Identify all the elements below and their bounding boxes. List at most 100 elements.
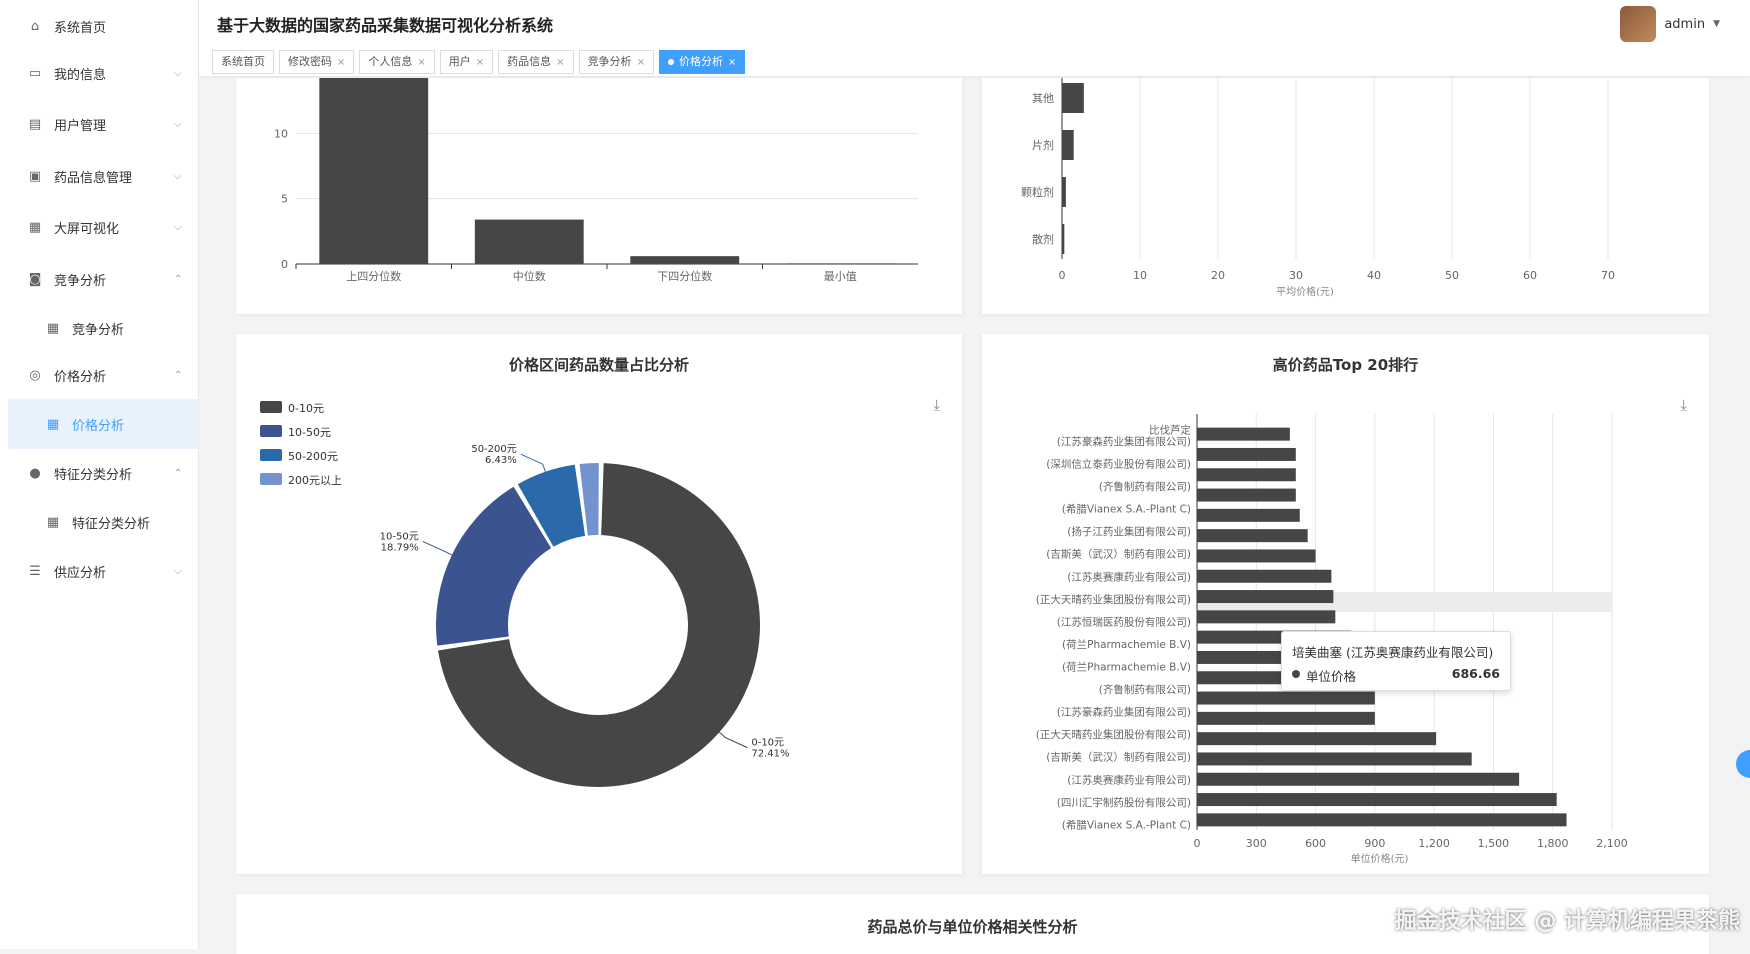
sidebar: ⌂ 系统首页 ▭ 我的信息 ⌵ ▤ 用户管理 ⌵ ▣ 药品信息管理 ⌵ ▦ 大屏可视化 ⌵ ◙ 竞争分析 ⌃ ▦ 竞… [0, 0, 199, 949]
sidebar-item[interactable]: ◎ 价格分析 ⌃ [8, 350, 198, 400]
tab-item[interactable]: 竞争分析 × [578, 50, 654, 74]
home-icon: ⌂ [30, 18, 40, 34]
tab-item[interactable]: 价格分析 × [658, 50, 746, 74]
x-tick-label: 下四分位数 [657, 269, 712, 283]
list-icon: ☰ [29, 563, 41, 579]
x-tick-label: 40 [1367, 269, 1381, 282]
sidebar-item[interactable]: ▦ 竞争分析 [8, 303, 198, 353]
dosage-price-card: 0 10 20 30 40 50 60 70 散剂 颗粒剂 片剂 其他 平均价格(元) [982, 78, 1709, 314]
sidebar-item[interactable]: ◙ 竞争分析 ⌃ [8, 254, 198, 304]
legend-swatch [260, 449, 282, 461]
tab-label: 系统首页 [221, 55, 265, 68]
y-tick-label: (齐鲁制药有限公司) [1099, 480, 1191, 493]
y-tick-label: 其他 [1032, 92, 1054, 105]
close-icon[interactable]: × [728, 57, 736, 68]
legend-label: 50-200元 [288, 450, 338, 463]
y-tick-label: 比伐芦定 [1149, 424, 1191, 437]
sidebar-item-label: 大屏可视化 [54, 221, 120, 237]
bar [1197, 711, 1375, 725]
close-icon[interactable]: × [417, 57, 425, 68]
y-tick-label: 散剂 [1032, 232, 1054, 246]
sidebar-item[interactable]: ⌂ 系统首页 [8, 1, 198, 51]
y-tick-label: (正大天晴药业集团股份有限公司) [1036, 593, 1191, 606]
legend-label: 0-10元 [288, 402, 324, 415]
grid-icon: ▦ [46, 320, 60, 336]
grid-icon: ▦ [46, 416, 60, 432]
user-name[interactable]: admin [1664, 17, 1705, 32]
tab-item[interactable]: 个人信息 × [359, 50, 435, 74]
slice-label: 0-10元 [751, 738, 784, 749]
avatar[interactable] [1620, 6, 1657, 42]
x-tick-label: 1,500 [1478, 837, 1510, 850]
tab-item[interactable]: 修改密码 × [279, 50, 355, 74]
bar [1197, 691, 1375, 705]
sidebar-item[interactable]: ▦ 价格分析 [8, 399, 198, 449]
sidebar-item[interactable]: ▣ 药品信息管理 ⌵ [8, 151, 198, 201]
top20-chart: 0 300 600 900 1,200 1,500 1,800 2,100 (希腊Vianex … [1036, 414, 1628, 865]
tooltip-value: 686.66 [1451, 666, 1500, 681]
close-icon[interactable]: × [476, 57, 484, 68]
chevron-down-icon: ⌵ [174, 221, 182, 233]
legend-label: 10-50元 [288, 426, 331, 439]
tab-label: 修改密码 [288, 55, 332, 68]
x-tick-label: 0 [1194, 837, 1201, 850]
sidebar-item-label: 供应分析 [54, 565, 107, 581]
bar [1197, 488, 1296, 502]
person-icon: ● [29, 465, 41, 481]
x-tick-label: 60 [1523, 269, 1537, 282]
y-tick-label: (正大天晴药业集团股份有限公司) [1036, 728, 1191, 741]
sidebar-item[interactable]: ☰ 供应分析 ⌵ [8, 546, 198, 596]
x-tick-label: 1,200 [1418, 837, 1450, 850]
tooltip-series: 单位价格 [1306, 669, 1357, 684]
sidebar-item-label: 我的信息 [54, 67, 107, 83]
bar [785, 263, 895, 264]
tooltip-row: 单位价格 686.66 [1292, 666, 1500, 685]
tab-item[interactable]: 系统首页 [212, 50, 274, 74]
sidebar-item-label: 特征分类分析 [72, 516, 151, 532]
x-tick-label: 1,800 [1537, 837, 1569, 850]
caret-down-icon[interactable]: ▼ [1713, 19, 1720, 29]
tab-item[interactable]: 用户 × [439, 50, 494, 74]
camera-icon: ◙ [28, 271, 42, 287]
sidebar-item[interactable]: ▦ 特征分类分析 [8, 497, 198, 547]
x-tick-label: 900 [1364, 837, 1385, 850]
sidebar-item-label: 系统首页 [54, 20, 107, 36]
sidebar-item[interactable]: ● 特征分类分析 ⌃ [8, 448, 198, 498]
y-tick-label: (希腊Vianex S.A.-Plant C) [1062, 503, 1191, 516]
chevron-up-icon: ⌃ [174, 273, 183, 285]
label-line [520, 453, 546, 472]
y-tick-label: (江苏豪森药业集团有限公司) [1057, 435, 1191, 448]
y-tick-label: (齐鲁制药有限公司) [1099, 683, 1191, 696]
bar [1197, 508, 1300, 522]
close-icon[interactable]: × [556, 57, 564, 68]
tab-item[interactable]: 药品信息 × [498, 50, 574, 74]
sidebar-item[interactable]: ▭ 我的信息 ⌵ [8, 48, 198, 98]
user-menu[interactable]: admin ▼ [1620, 6, 1720, 42]
target-icon: ◎ [29, 367, 41, 383]
legend-swatch [260, 401, 282, 413]
x-tick-label: 600 [1305, 837, 1326, 850]
price-range-pie-chart: 0-10元10-50元50-200元200元以上0-10元72.41%10-50… [260, 401, 789, 787]
side-scroll-handle[interactable] [1736, 750, 1750, 778]
close-icon[interactable]: × [637, 57, 645, 68]
x-tick-label: 中位数 [513, 269, 546, 283]
y-tick-label: (江苏恒瑞医药股份有限公司) [1057, 615, 1191, 628]
bar [630, 256, 740, 264]
x-tick-label: 20 [1211, 269, 1225, 282]
sidebar-item[interactable]: ▤ 用户管理 ⌵ [8, 99, 198, 149]
active-dot-icon [667, 59, 674, 65]
sidebar-item-label: 竞争分析 [54, 273, 107, 289]
chevron-down-icon: ⌵ [174, 170, 182, 182]
tab-bar: 系统首页 修改密码 × 个人信息 × 用户 × 药品信息 × 竞争分析 × 价格分析 × [212, 50, 750, 74]
x-tick-label: 70 [1601, 269, 1615, 282]
chart-tooltip: 培美曲塞 (江苏奥赛康药业有限公司) 单位价格 686.66 [1281, 631, 1511, 691]
app-title: 基于大数据的国家药品采集数据可视化分析系统 [217, 16, 554, 35]
top20-card: 高价药品Top 20排行 ⤓ 0 300 600 900 1,200 1,500 1,800… [982, 334, 1709, 874]
chevron-up-icon: ⌃ [174, 467, 183, 479]
grid-icon: ▦ [46, 514, 60, 530]
sidebar-item[interactable]: ▦ 大屏可视化 ⌵ [8, 202, 198, 252]
close-icon[interactable]: × [337, 57, 345, 68]
bar [1197, 732, 1437, 746]
bar [1197, 569, 1332, 583]
bar [1197, 529, 1308, 543]
